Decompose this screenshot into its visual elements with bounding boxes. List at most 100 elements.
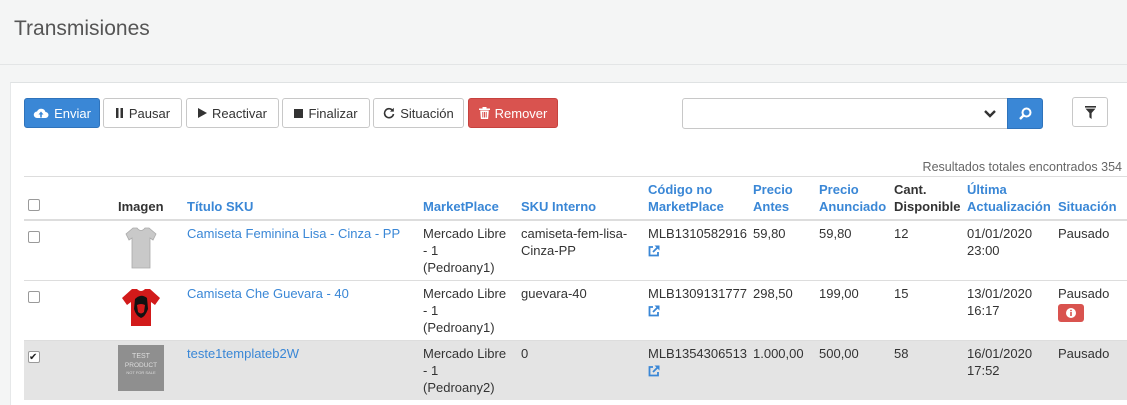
row-select-cell — [24, 340, 114, 400]
finish-button[interactable]: Finalizar — [282, 98, 370, 128]
select-all-checkbox[interactable] — [28, 199, 40, 211]
page-title: Transmisiones — [14, 17, 150, 40]
column-image: Imagen — [114, 176, 183, 221]
row-checkbox[interactable] — [28, 291, 40, 303]
sku-title-link[interactable]: Camiseta Feminina Lisa - Cinza - PP — [187, 226, 400, 241]
row-price-before: 1.000,00 — [749, 340, 815, 400]
marketplace-code: MLB1310582916 — [648, 226, 748, 241]
red-tshirt-image — [122, 289, 160, 326]
row-price-listed: 199,00 — [815, 280, 890, 341]
row-status-cell: Pausado — [1054, 340, 1127, 400]
search-button[interactable] — [1007, 98, 1043, 129]
row-image-cell — [114, 219, 183, 281]
row-mkt-code-cell: MLB1309131777 — [644, 280, 749, 341]
status-text: Pausado — [1058, 286, 1110, 301]
column-sku-internal[interactable]: SKU Interno — [517, 176, 644, 221]
gray-tshirt-image — [125, 227, 157, 269]
column-marketplace-code[interactable]: Código no MarketPlace — [644, 176, 749, 221]
table-row-selected[interactable]: TEST PRODUCT NOT FOR SALE teste1template… — [24, 340, 1127, 400]
test-product-image: TEST PRODUCT NOT FOR SALE — [118, 345, 164, 391]
row-marketplace: Mercado Libre - 1 (Pedroany1) — [419, 280, 517, 341]
column-title-sku[interactable]: Título SKU — [183, 176, 419, 221]
finish-label: Finalizar — [308, 105, 358, 121]
row-title-cell: Camiseta Feminina Lisa - Cinza - PP — [183, 219, 419, 281]
info-badge[interactable] — [1058, 304, 1084, 322]
sku-title-link[interactable]: teste1templateb2W — [187, 346, 299, 361]
status-label: Situación — [400, 105, 454, 121]
table-row[interactable]: Camiseta Che Guevara - 40 Mercado Libre … — [24, 280, 1127, 341]
row-image-cell: TEST PRODUCT NOT FOR SALE — [114, 340, 183, 400]
search-input[interactable] — [682, 98, 973, 129]
chevron-down-icon — [983, 109, 996, 118]
column-marketplace[interactable]: MarketPlace — [419, 176, 517, 221]
row-sku-internal: guevara-40 — [517, 280, 644, 341]
column-last-update[interactable]: Última Actualización — [963, 176, 1054, 221]
transmissions-table: Imagen Título SKU MarketPlace SKU Intern… — [24, 176, 1127, 400]
marketplace-code: MLB1354306513 — [648, 346, 748, 361]
send-button[interactable]: Enviar — [24, 98, 100, 128]
external-link-icon[interactable] — [648, 364, 745, 381]
filter-button[interactable] — [1072, 97, 1108, 127]
pause-icon — [115, 108, 124, 118]
status-text: Pausado — [1058, 346, 1110, 361]
column-price-listed[interactable]: Precio Anunciado — [815, 176, 890, 221]
row-updated: 01/01/2020 23:00 — [963, 219, 1054, 281]
results-count: Resultados totales encontrados 354 — [922, 160, 1122, 174]
refresh-icon — [383, 107, 395, 119]
info-icon — [1066, 308, 1076, 318]
search-options-dropdown[interactable] — [972, 98, 1008, 129]
column-status[interactable]: Situación — [1054, 176, 1127, 221]
trash-icon — [478, 107, 490, 119]
row-marketplace: Mercado Libre - 1 (Pedroany2) — [419, 340, 517, 400]
row-price-listed: 500,00 — [815, 340, 890, 400]
row-select-cell — [24, 280, 114, 341]
table-row[interactable]: Camiseta Feminina Lisa - Cinza - PP Merc… — [24, 219, 1127, 281]
row-title-cell: Camiseta Che Guevara - 40 — [183, 280, 419, 341]
select-all-header — [24, 176, 114, 221]
row-sku-internal: camiseta-fem-lisa-Cinza-PP — [517, 219, 644, 281]
row-mkt-code-cell: MLB1354306513 — [644, 340, 749, 400]
table-header-row: Imagen Título SKU MarketPlace SKU Intern… — [24, 176, 1127, 221]
test-product-line-1: TEST — [132, 353, 151, 360]
page-header: Transmisiones — [0, 0, 1127, 65]
external-link-icon[interactable] — [648, 244, 745, 261]
pause-button[interactable]: Pausar — [103, 98, 182, 128]
row-image-cell — [114, 280, 183, 341]
play-icon — [198, 108, 208, 118]
sku-title-link[interactable]: Camiseta Che Guevara - 40 — [187, 286, 349, 301]
row-status-cell: Pausado — [1054, 219, 1127, 281]
row-quantity: 12 — [890, 219, 963, 281]
status-button[interactable]: Situación — [373, 98, 464, 128]
search-icon — [1018, 107, 1032, 120]
row-price-listed: 59,80 — [815, 219, 890, 281]
column-quantity: Cant. Disponible — [890, 176, 963, 221]
row-title-cell: teste1templateb2W — [183, 340, 419, 400]
row-price-before: 298,50 — [749, 280, 815, 341]
remove-label: Remover — [494, 105, 548, 121]
row-quantity: 58 — [890, 340, 963, 400]
pause-label: Pausar — [128, 105, 171, 121]
reactivate-button[interactable]: Reactivar — [186, 98, 279, 128]
row-checkbox-checked[interactable] — [28, 349, 40, 366]
remove-button[interactable]: Remover — [468, 98, 558, 128]
stop-icon — [294, 108, 304, 118]
row-updated: 13/01/2020 16:17 — [963, 280, 1054, 341]
row-price-before: 59,80 — [749, 219, 815, 281]
test-product-line-2: PRODUCT — [125, 362, 157, 369]
cloud-upload-icon — [33, 107, 49, 119]
row-select-cell — [24, 219, 114, 281]
column-price-before[interactable]: Precio Antes — [749, 176, 815, 221]
external-link-icon[interactable] — [648, 304, 745, 321]
row-updated: 16/01/2020 17:52 — [963, 340, 1054, 400]
reactivate-label: Reactivar — [212, 105, 267, 121]
row-mkt-code-cell: MLB1310582916 — [644, 219, 749, 281]
row-quantity: 15 — [890, 280, 963, 341]
status-text: Pausado — [1058, 226, 1110, 241]
marketplace-code: MLB1309131777 — [648, 286, 748, 301]
filter-icon — [1084, 105, 1096, 119]
row-checkbox[interactable] — [28, 231, 40, 243]
row-status-cell: Pausado — [1054, 280, 1127, 341]
send-label: Enviar — [54, 105, 91, 121]
row-marketplace: Mercado Libre - 1 (Pedroany1) — [419, 219, 517, 281]
row-sku-internal: 0 — [517, 340, 644, 400]
